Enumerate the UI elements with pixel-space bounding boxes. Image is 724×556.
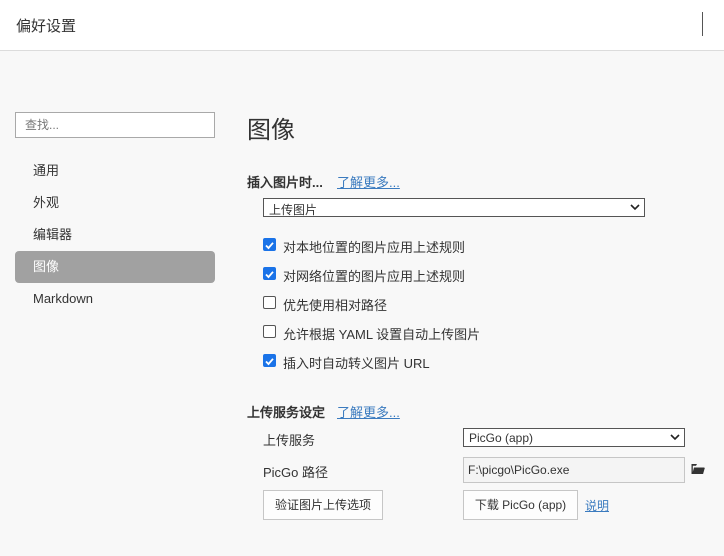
picgo-path-field[interactable]: F:\picgo\PicGo.exe (463, 457, 685, 483)
sidebar-item-editor[interactable]: 编辑器 (15, 219, 215, 251)
folder-icon[interactable] (691, 463, 705, 475)
chevron-down-icon (670, 434, 680, 441)
checkbox-yaml-upload[interactable] (263, 325, 276, 338)
checkbox-escape-url[interactable] (263, 354, 276, 367)
upload-service-value: PicGo (app) (469, 431, 534, 445)
upload-service-label: 上传服务 (263, 433, 316, 448)
page-title: 图像 (247, 117, 295, 144)
sidebar-item-markdown[interactable]: Markdown (15, 283, 215, 315)
insert-action-select[interactable]: 上传图片 (263, 198, 645, 217)
upload-learn-more-link[interactable]: 了解更多... (337, 402, 400, 421)
sidebar-item-image[interactable]: 图像 (15, 251, 215, 283)
sidebar-item-general[interactable]: 通用 (15, 155, 215, 187)
download-picgo-button[interactable]: 下载 PicGo (app) (463, 490, 578, 520)
option-label: 优先使用相对路径 (283, 298, 388, 313)
title-bar: 偏好设置 (0, 0, 724, 51)
explain-link[interactable]: 说明 (585, 497, 609, 514)
chevron-down-icon (630, 204, 640, 211)
verify-upload-button[interactable]: 验证图片上传选项 (263, 490, 383, 520)
upload-service-select[interactable]: PicGo (app) (463, 428, 685, 447)
option-label: 对本地位置的图片应用上述规则 (283, 240, 466, 255)
check-icon (265, 358, 274, 366)
option-label: 允许根据 YAML 设置自动上传图片 (283, 327, 481, 342)
option-label: 插入时自动转义图片 URL (283, 356, 430, 371)
checkbox-network-images[interactable] (263, 267, 276, 280)
check-icon (265, 242, 274, 250)
check-icon (265, 271, 274, 279)
upload-section-title: 上传服务设定 (247, 405, 326, 420)
insert-action-value: 上传图片 (269, 203, 318, 217)
option-label: 对网络位置的图片应用上述规则 (283, 269, 466, 284)
checkbox-relative-path[interactable] (263, 296, 276, 309)
sidebar-nav: 通用 外观 编辑器 图像 Markdown (15, 155, 215, 315)
picgo-path-label: PicGo 路径 (263, 465, 329, 480)
search-input[interactable] (15, 112, 215, 138)
insert-section-title: 插入图片时... (247, 175, 323, 190)
checkbox-local-images[interactable] (263, 238, 276, 251)
titlebar-divider (702, 12, 703, 36)
insert-learn-more-link[interactable]: 了解更多... (337, 172, 400, 191)
window-title: 偏好设置 (16, 18, 77, 35)
sidebar-item-appearance[interactable]: 外观 (15, 187, 215, 219)
